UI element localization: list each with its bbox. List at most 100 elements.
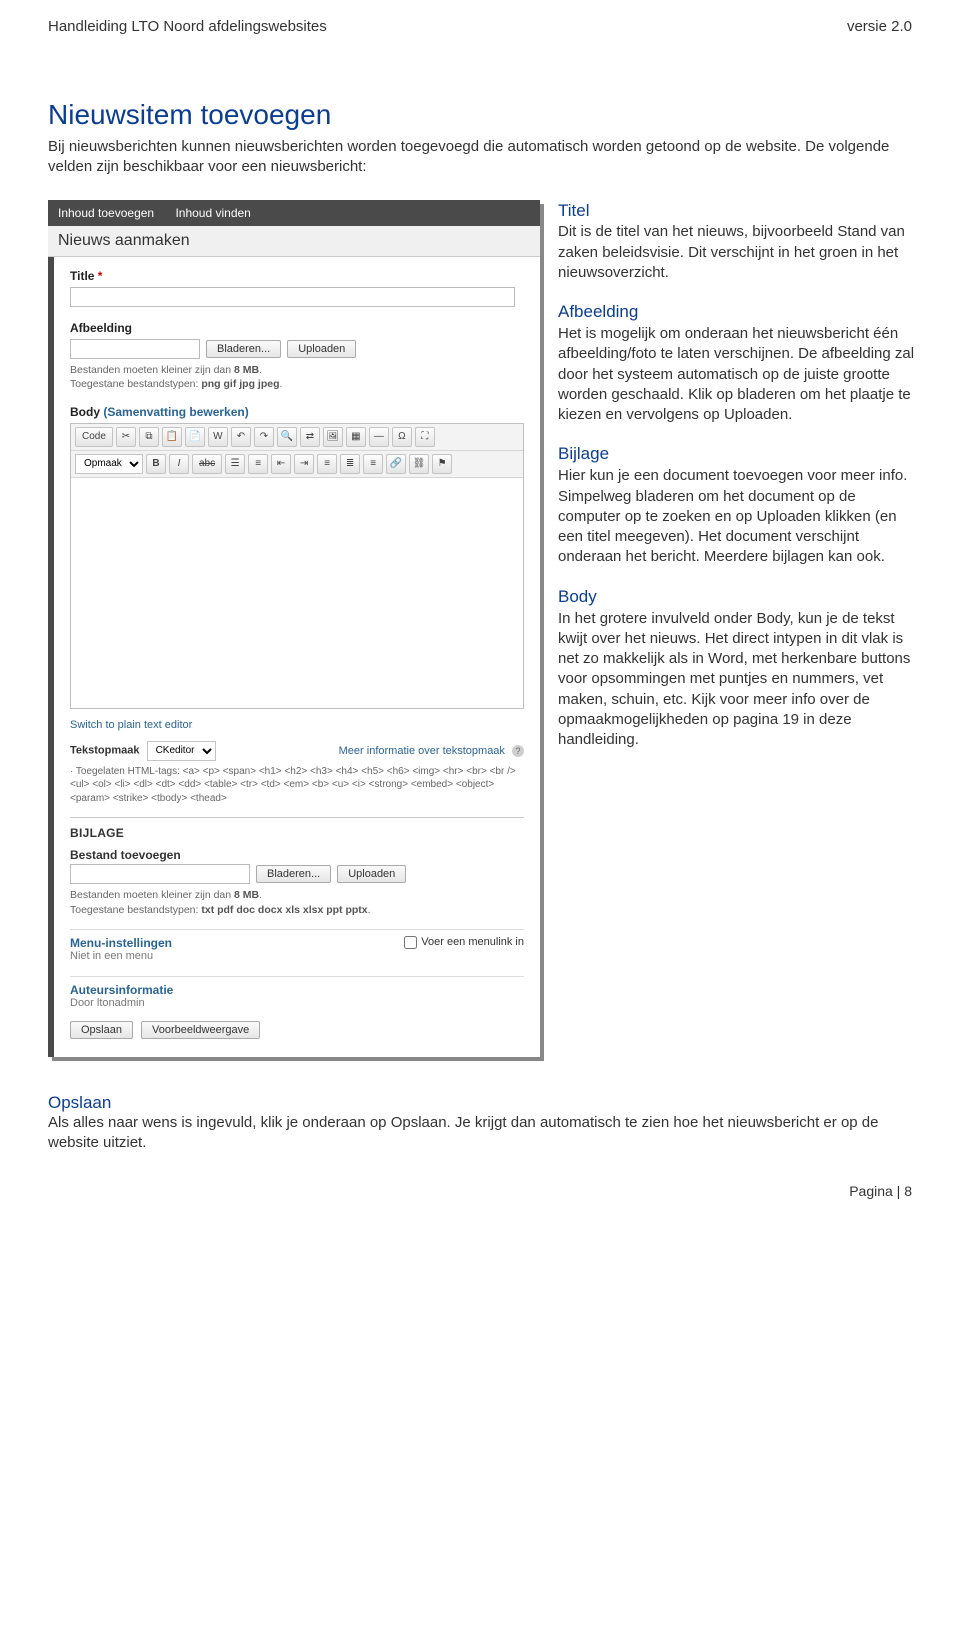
desc-titel-body: Dit is de titel van het nieuws, bijvoorb… (558, 222, 918, 283)
bijlage-file-input[interactable] (70, 864, 250, 884)
page-header: Handleiding LTO Noord afdelingswebsites … (0, 0, 960, 59)
page-footer: Pagina | 8 (0, 1153, 960, 1209)
editor-code-button[interactable]: Code (75, 427, 113, 447)
editor-format-select[interactable]: Opmaak (75, 454, 143, 474)
editor-undo-icon[interactable]: ↶ (231, 427, 251, 447)
intro-text: Bij nieuwsberichten kunnen nieuwsbericht… (48, 137, 912, 178)
tekstopmaak-label: Tekstopmaak CKeditor (70, 741, 216, 761)
afbeelding-file-input[interactable] (70, 339, 200, 359)
help-bij-types: txt pdf doc docx xls xlsx ppt pptx (201, 904, 367, 916)
editor-paste-text-icon[interactable]: 📄 (185, 427, 205, 447)
voer-menulink-input[interactable] (404, 936, 417, 949)
editor-paste-icon[interactable]: 📋 (162, 427, 182, 447)
voer-menulink-checkbox[interactable]: Voer een menulink in (404, 936, 524, 949)
editor-outdent-icon[interactable]: ⇤ (271, 454, 291, 474)
editor-ol-icon[interactable]: ≡ (248, 454, 268, 474)
help-afbeelding: Bestanden moeten kleiner zijn dan 8 MB. … (70, 363, 524, 391)
editor-align-center-icon[interactable]: ≣ (340, 454, 360, 474)
bestand-toevoegen-label: Bestand toevoegen (70, 848, 524, 862)
bladeren-button[interactable]: Bladeren... (206, 340, 281, 358)
form-screenshot: Inhoud toevoegen Inhoud vinden Nieuws aa… (48, 200, 540, 1057)
editor-align-right-icon[interactable]: ≡ (363, 454, 383, 474)
auteursinformatie-row[interactable]: Auteursinformatie Door ltonadmin (70, 976, 524, 1011)
help-afb-size: 8 MB (234, 364, 259, 376)
editor-maximize-icon[interactable]: ⛶ (415, 427, 435, 447)
required-mark-icon: * (98, 269, 103, 283)
tekstopmaak-select[interactable]: CKeditor (147, 741, 216, 761)
label-title: Title * (70, 269, 524, 283)
tags-intro: · Toegelaten HTML-tags: (70, 766, 183, 777)
editor-bold-icon[interactable]: B (146, 454, 166, 474)
voer-menulink-label: Voer een menulink in (421, 936, 524, 948)
editor-hr-icon[interactable]: — (369, 427, 389, 447)
auteurs-title: Auteursinformatie (70, 983, 524, 997)
help-afb-size-prefix: Bestanden moeten kleiner zijn dan (70, 364, 234, 376)
editor-copy-icon[interactable]: ⧉ (139, 427, 159, 447)
menu-instellingen-title: Menu-instellingen (70, 936, 172, 950)
field-descriptions: Titel Dit is de titel van het nieuws, bi… (558, 200, 918, 755)
editor-replace-icon[interactable]: ⇄ (300, 427, 320, 447)
desc-titel-heading: Titel (558, 200, 918, 223)
help-afb-types-prefix: Toegestane bestandstypen: (70, 378, 201, 390)
desc-body-body: In het grotere invulveld onder Body, kun… (558, 609, 918, 751)
auteurs-sub: Door ltonadmin (70, 997, 524, 1009)
label-afbeelding: Afbeelding (70, 321, 524, 335)
editor-align-left-icon[interactable]: ≡ (317, 454, 337, 474)
help-bij-size: 8 MB (234, 889, 259, 901)
help-bijlage: Bestanden moeten kleiner zijn dan 8 MB. … (70, 888, 524, 916)
desc-afbeelding-heading: Afbeelding (558, 301, 918, 324)
editor-strike-icon[interactable]: abc (192, 454, 222, 474)
tab-inhoud-toevoegen[interactable]: Inhoud toevoegen (58, 206, 154, 220)
tab-inhoud-vinden[interactable]: Inhoud vinden (175, 206, 250, 220)
voorbeeldweergave-button[interactable]: Voorbeeldweergave (141, 1021, 260, 1039)
form-page-title: Nieuws aanmaken (48, 226, 540, 257)
header-right: versie 2.0 (847, 18, 912, 35)
help-afb-types: png gif jpg jpeg (201, 378, 279, 390)
editor-find-icon[interactable]: 🔍 (277, 427, 297, 447)
editor-table-icon[interactable]: ▦ (346, 427, 366, 447)
meer-info-link[interactable]: Meer informatie over tekstopmaak ? (339, 745, 524, 757)
meer-info-text: Meer informatie over tekstopmaak (339, 745, 505, 757)
rich-text-editor: Code ✂ ⧉ 📋 📄 W ↶ ↷ 🔍 ⇄ 🖼 ▦ — Ω (70, 423, 524, 709)
label-body-text: Body (70, 405, 100, 419)
samenvatting-bewerken-link[interactable]: (Samenvatting bewerken) (103, 405, 248, 419)
editor-link-icon[interactable]: 🔗 (386, 454, 406, 474)
switch-plain-text-link[interactable]: Switch to plain text editor (70, 719, 524, 731)
editor-ul-icon[interactable]: ☰ (225, 454, 245, 474)
title-input[interactable] (70, 287, 515, 307)
opslaan-button[interactable]: Opslaan (70, 1021, 133, 1039)
bijlage-heading: BIJLAGE (70, 826, 524, 840)
editor-special-icon[interactable]: Ω (392, 427, 412, 447)
menu-instellingen-row[interactable]: Menu-instellingen Niet in een menu Voer … (70, 929, 524, 964)
editor-unlink-icon[interactable]: ⛓ (409, 454, 429, 474)
bijlage-bladeren-button[interactable]: Bladeren... (256, 865, 331, 883)
help-icon: ? (512, 745, 524, 757)
help-bij-size-prefix: Bestanden moeten kleiner zijn dan (70, 889, 234, 901)
opslaan-heading: Opslaan (48, 1093, 912, 1113)
tekstopmaak-label-text: Tekstopmaak (70, 744, 140, 756)
desc-afbeelding-body: Het is mogelijk om onderaan het nieuwsbe… (558, 324, 918, 425)
editor-paste-word-icon[interactable]: W (208, 427, 228, 447)
opslaan-body: Als alles naar wens is ingevuld, klik je… (48, 1113, 912, 1154)
editor-redo-icon[interactable]: ↷ (254, 427, 274, 447)
label-title-text: Title (70, 269, 94, 283)
section-heading: Nieuwsitem toevoegen (48, 99, 912, 131)
editor-cut-icon[interactable]: ✂ (116, 427, 136, 447)
admin-tabs: Inhoud toevoegen Inhoud vinden (48, 200, 540, 226)
editor-italic-icon[interactable]: I (169, 454, 189, 474)
desc-body-heading: Body (558, 586, 918, 609)
header-left: Handleiding LTO Noord afdelingswebsites (48, 18, 327, 35)
bijlage-uploaden-button[interactable]: Uploaden (337, 865, 406, 883)
uploaden-button[interactable]: Uploaden (287, 340, 356, 358)
desc-bijlage-body: Hier kun je een document toevoegen voor … (558, 466, 918, 567)
help-bij-types-prefix: Toegestane bestandstypen: (70, 904, 201, 916)
editor-indent-icon[interactable]: ⇥ (294, 454, 314, 474)
allowed-html-tags: · Toegelaten HTML-tags: <a> <p> <span> <… (70, 765, 524, 806)
editor-textarea[interactable] (71, 478, 523, 708)
desc-bijlage-heading: Bijlage (558, 443, 918, 466)
menu-instellingen-sub: Niet in een menu (70, 950, 172, 962)
label-body: Body (Samenvatting bewerken) (70, 405, 524, 419)
editor-anchor-icon[interactable]: ⚑ (432, 454, 452, 474)
divider (70, 817, 524, 818)
editor-image-icon[interactable]: 🖼 (323, 427, 343, 447)
